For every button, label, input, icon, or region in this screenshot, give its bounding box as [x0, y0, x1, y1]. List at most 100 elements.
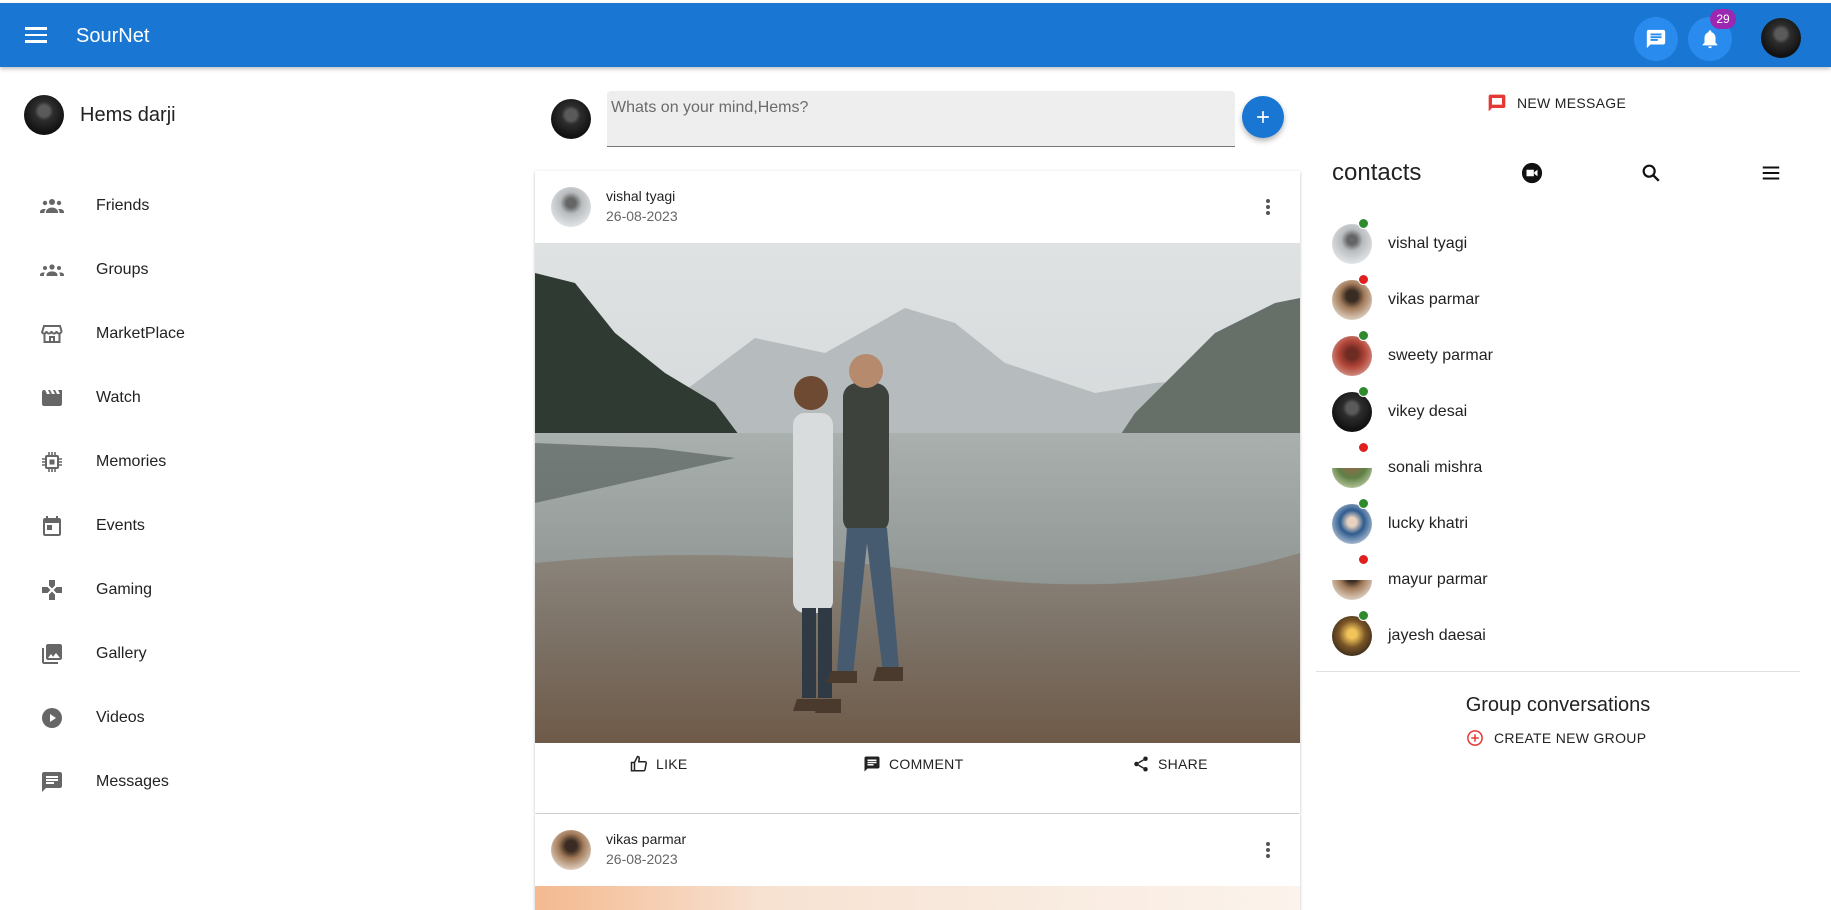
post-image: [535, 886, 1300, 910]
sidebar-item-memories[interactable]: Memories: [0, 430, 520, 494]
thumb-up-icon: [630, 755, 647, 772]
post-date: 26-08-2023: [606, 851, 678, 867]
sidebar-item-friends[interactable]: Friends: [0, 174, 520, 238]
app-brand[interactable]: SourNet: [76, 25, 149, 48]
menu-icon[interactable]: [22, 23, 50, 47]
sidebar-item-messages[interactable]: Messages: [0, 750, 520, 814]
search-icon[interactable]: [1639, 161, 1663, 185]
account-avatar[interactable]: [1761, 18, 1801, 58]
avatar: [1332, 580, 1372, 600]
plus-icon: [1257, 111, 1269, 123]
share-icon: [1134, 756, 1148, 772]
post-author[interactable]: vishal tyagi: [606, 188, 675, 204]
avatar: [1332, 392, 1372, 432]
app-bar: SourNet 29: [0, 3, 1831, 67]
offline-status-dot: [1358, 274, 1369, 285]
contacts-title: contacts: [1332, 159, 1422, 186]
add-post-button[interactable]: [1242, 96, 1284, 138]
chat-icon: [1646, 29, 1666, 49]
share-label: SHARE: [1158, 756, 1208, 772]
sidebar-item-gaming[interactable]: Gaming: [0, 558, 520, 622]
contact-item[interactable]: lucky khatri: [1332, 498, 1469, 546]
sidebar-item-label: Watch: [96, 389, 141, 406]
like-button[interactable]: LIKE: [630, 755, 688, 773]
sidebar-item-label: Events: [96, 517, 145, 534]
sidebar-item-label: Groups: [96, 261, 149, 278]
bell-icon: [1702, 30, 1718, 49]
gamepad-icon: [40, 578, 64, 602]
contact-item[interactable]: jayesh daesai: [1332, 610, 1486, 658]
post-author[interactable]: vikas parmar: [606, 831, 686, 847]
store-icon: [40, 322, 64, 346]
group-conversations-title: Group conversations: [1465, 694, 1651, 716]
sidebar-item-label: Messages: [96, 773, 169, 790]
more-vert-icon[interactable]: [1256, 838, 1280, 862]
video-call-icon[interactable]: [1520, 161, 1544, 185]
sidebar-item-label: Gallery: [96, 645, 147, 662]
avatar[interactable]: [551, 187, 591, 227]
offline-status-dot: [1358, 442, 1369, 453]
movie-icon: [40, 386, 64, 410]
contact-name: mayur parmar: [1388, 571, 1488, 588]
offline-status-dot: [1358, 554, 1369, 565]
people-icon: [40, 194, 64, 218]
sidebar-item-videos[interactable]: Videos: [0, 686, 520, 750]
avatar: [1332, 280, 1372, 320]
contact-item[interactable]: vikey desai: [1332, 386, 1468, 434]
profile-name: Hems darji: [80, 103, 176, 126]
online-status-dot: [1358, 610, 1369, 621]
contact-name: jayesh daesai: [1388, 627, 1486, 644]
sidebar-item-label: Memories: [96, 453, 167, 470]
post-composer: [607, 91, 1235, 147]
contact-name: lucky khatri: [1388, 515, 1469, 532]
status-input[interactable]: [607, 91, 1235, 146]
post-image: [535, 243, 1300, 743]
post-date: 26-08-2023: [606, 208, 678, 224]
online-status-dot: [1358, 498, 1369, 509]
contact-name: vikey desai: [1388, 403, 1468, 420]
calendar-icon: [40, 514, 64, 538]
create-group-button[interactable]: CREATE NEW GROUP: [1466, 729, 1646, 747]
new-message-label: NEW MESSAGE: [1517, 95, 1627, 111]
share-button[interactable]: SHARE: [1132, 755, 1208, 773]
sidebar-item-gallery[interactable]: Gallery: [0, 622, 520, 686]
new-message-button[interactable]: NEW MESSAGE: [1487, 93, 1626, 113]
post-header: vishal tyagi 26-08-2023: [535, 171, 1300, 243]
sidebar-item-events[interactable]: Events: [0, 494, 520, 558]
avatar[interactable]: [551, 830, 591, 870]
contact-item[interactable]: sonali mishra: [1332, 442, 1482, 490]
divider: [1316, 671, 1800, 672]
sidebar-item-label: Gaming: [96, 581, 153, 598]
messages-button[interactable]: [1634, 17, 1678, 61]
message-icon: [1488, 94, 1506, 112]
menu-icon[interactable]: [1759, 161, 1783, 185]
post-actions: LIKE COMMENT SHARE: [535, 743, 1300, 783]
comment-icon: [864, 756, 880, 772]
avatar: [1332, 336, 1372, 376]
online-status-dot: [1358, 330, 1369, 341]
chat-icon: [40, 770, 64, 794]
comment-button[interactable]: COMMENT: [863, 755, 963, 773]
comment-label: COMMENT: [889, 756, 964, 772]
avatar: [1332, 504, 1372, 544]
avatar: [1332, 224, 1372, 264]
create-group-label: CREATE NEW GROUP: [1494, 730, 1647, 746]
sidebar-item-watch[interactable]: Watch: [0, 366, 520, 430]
more-vert-icon[interactable]: [1256, 195, 1280, 219]
avatar: [1332, 468, 1372, 488]
like-label: LIKE: [656, 756, 688, 772]
play-circle-icon: [40, 706, 64, 730]
contact-item[interactable]: sweety parmar: [1332, 330, 1493, 378]
avatar: [1332, 616, 1372, 656]
notification-badge: 29: [1710, 9, 1736, 29]
sidebar-item-groups[interactable]: Groups: [0, 238, 520, 302]
notifications-button[interactable]: 29: [1688, 9, 1736, 61]
contact-item[interactable]: vikas parmar: [1332, 274, 1480, 322]
sidebar-item-marketplace[interactable]: MarketPlace: [0, 302, 520, 366]
contact-item[interactable]: mayur parmar: [1332, 554, 1488, 602]
contact-name: vikas parmar: [1388, 291, 1480, 308]
sidebar-profile[interactable]: Hems darji: [24, 95, 176, 135]
post-header: vikas parmar 26-08-2023: [535, 814, 1300, 886]
photo-library-icon: [40, 642, 64, 666]
contact-item[interactable]: vishal tyagi: [1332, 218, 1467, 266]
